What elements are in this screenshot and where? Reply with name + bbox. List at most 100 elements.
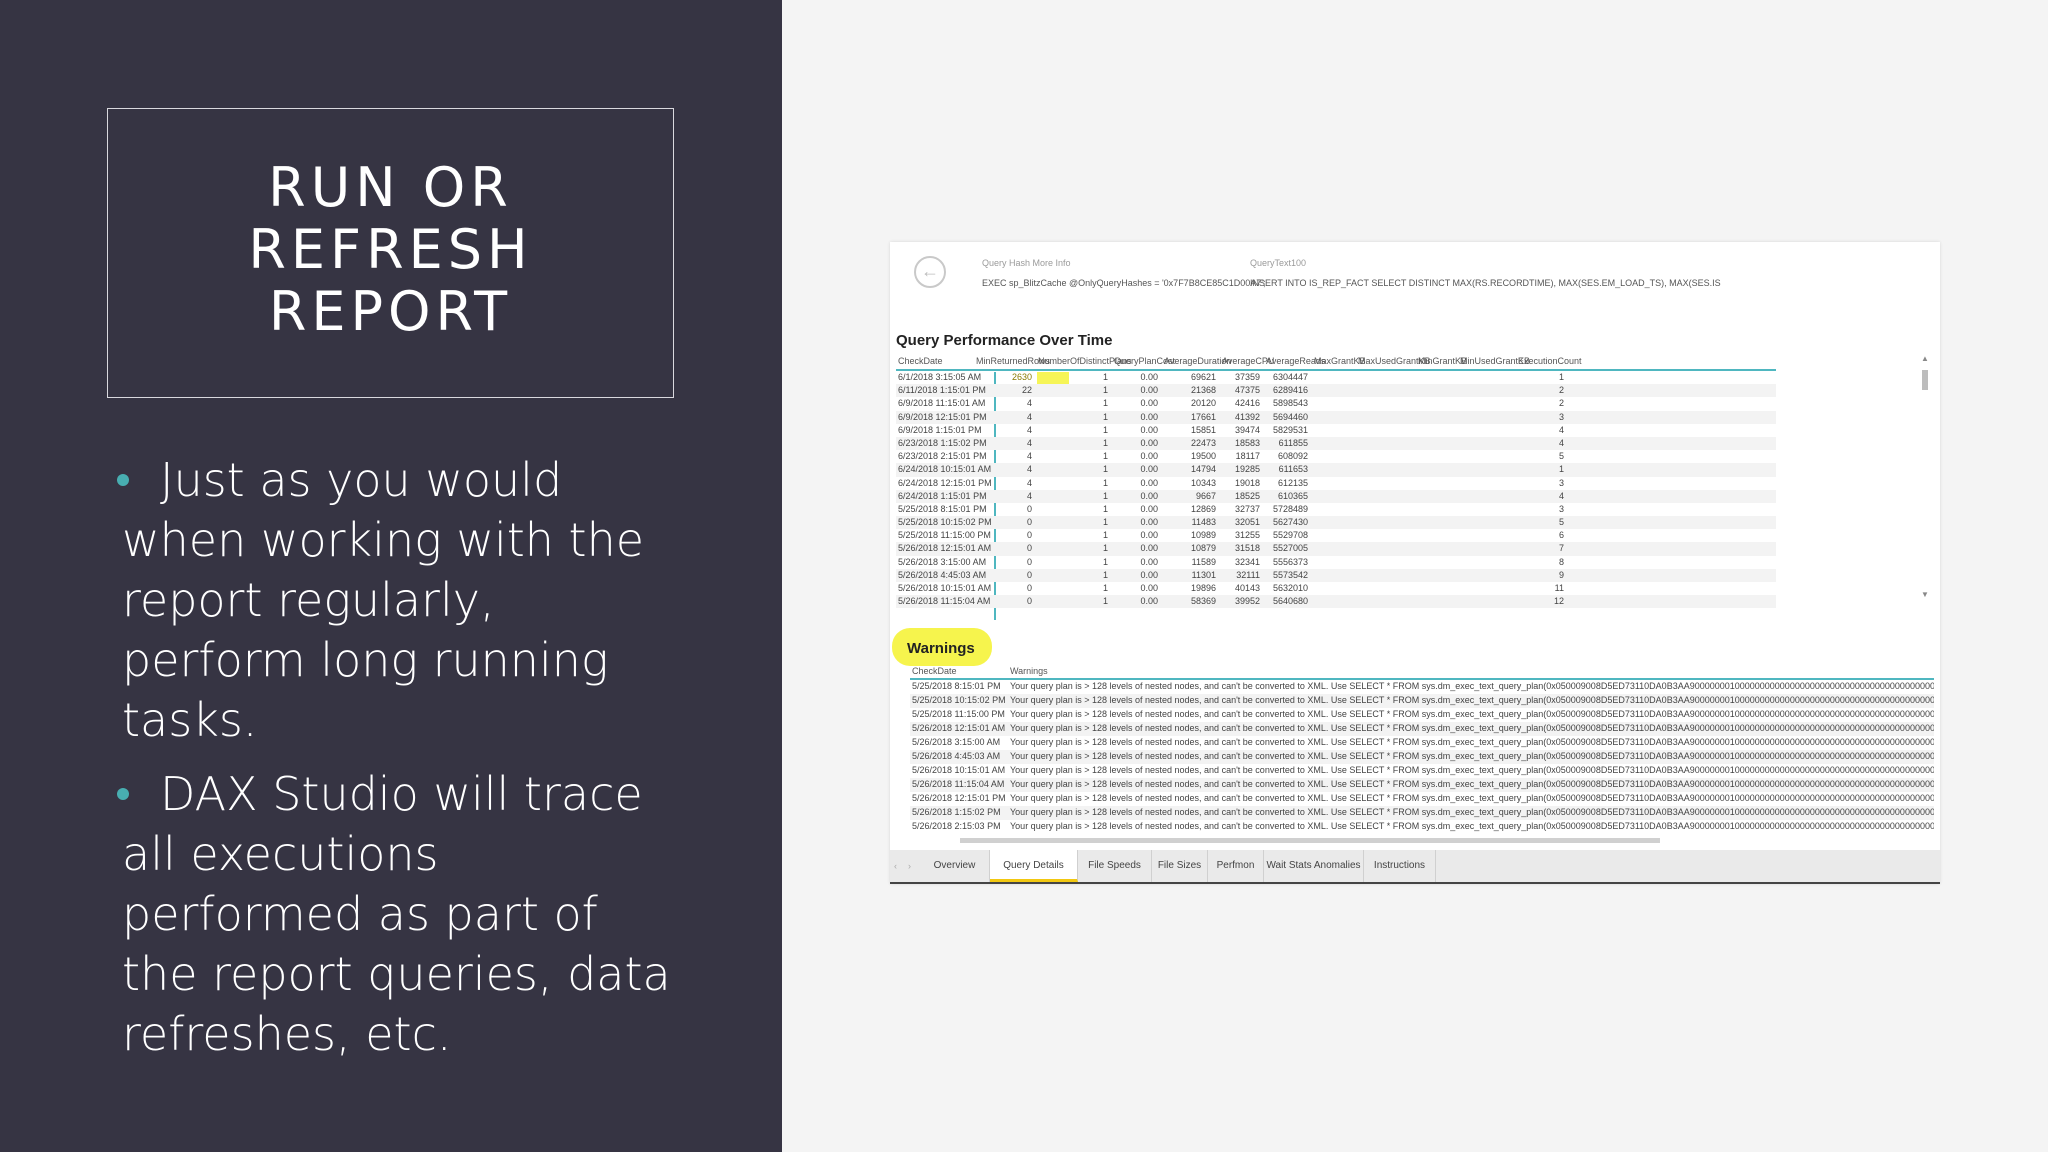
- table-cell: 6: [1558, 530, 1564, 541]
- table-row[interactable]: 5/26/2018 4:45:03 AM 0 1 0.00 11301 32111 5573…: [896, 568, 1776, 582]
- table-cell: 4: [1026, 437, 1032, 448]
- table-row[interactable]: 6/11/2018 1:15:01 PM 22 1 0.00 21368 47375 628…: [896, 384, 1776, 398]
- table-cell: 4: [1026, 424, 1032, 435]
- table-row[interactable]: 6/9/2018 11:15:01 AM 4 1 0.00 20120 42416 5898…: [896, 397, 1776, 410]
- table-cell: 0.00: [1140, 451, 1158, 462]
- bullet-item: Just as you would when working with the …: [117, 450, 682, 750]
- tab-overview[interactable]: Overview: [920, 850, 990, 882]
- table-row[interactable]: 5/25/2018 11:15:00 PM Your query plan is …: [910, 708, 1934, 722]
- tab-query-details[interactable]: Query Details: [990, 850, 1078, 882]
- table-cell: 611855: [1278, 437, 1308, 448]
- table-row[interactable]: 5/26/2018 4:45:03 AM Your query plan is >…: [910, 750, 1934, 764]
- table-row[interactable]: 5/26/2018 12:15:01 AM Your query plan is …: [910, 722, 1934, 736]
- bullet-text: DAX Studio will trace all executions per…: [122, 767, 671, 1061]
- table-cell: 8: [1558, 556, 1564, 567]
- table-cell: 5829531: [1272, 424, 1308, 435]
- slide-title-box: RUN OR REFRESH REPORT: [107, 108, 674, 398]
- table-row[interactable]: 5/26/2018 10:15:01 AM 0 1 0.00 19896 40143 563…: [896, 582, 1776, 595]
- back-arrow-icon[interactable]: ←: [914, 256, 946, 288]
- tab-file-sizes[interactable]: File Sizes: [1152, 850, 1208, 882]
- bullet-item: DAX Studio will trace all executions per…: [117, 764, 682, 1064]
- table-cell: 5: [1558, 451, 1564, 462]
- table-row[interactable]: 5/26/2018 11:15:04 AM 0 1 0.00 58369 39952 564…: [896, 595, 1776, 609]
- table-cell: 3: [1558, 411, 1564, 422]
- table-row[interactable]: 5/25/2018 10:15:02 PM Your query plan is …: [910, 694, 1934, 708]
- table-cell: 1: [1558, 464, 1564, 475]
- perf-table-body: 6/1/2018 3:15:05 AM 2630 1 0.00 69621 37359 63…: [896, 371, 1776, 609]
- table-row[interactable]: 5/26/2018 3:15:00 AM 0 1 0.00 11589 32341 5556…: [896, 556, 1776, 569]
- column-header[interactable]: CheckDate: [898, 356, 943, 366]
- table-cell: 611653: [1278, 464, 1308, 475]
- table-cell: 6304447: [1272, 372, 1308, 382]
- table-cell: 5/26/2018 10:15:01 AM: [912, 765, 1006, 775]
- table-cell: 0.00: [1140, 530, 1158, 541]
- table-row[interactable]: 6/24/2018 10:15:01 AM 4 1 0.00 14794 19285 611…: [896, 463, 1776, 477]
- table-row[interactable]: 5/25/2018 10:15:02 PM 0 1 0.00 11483 32051 562…: [896, 516, 1776, 530]
- table-cell: Your query plan is > 128 levels of neste…: [1010, 681, 1934, 691]
- table-cell: 4: [1558, 490, 1564, 501]
- warnings-table-header: CheckDate Warnings: [910, 664, 1934, 680]
- tab-perfmon[interactable]: Perfmon: [1208, 850, 1264, 882]
- table-cell: Your query plan is > 128 levels of neste…: [1010, 709, 1934, 719]
- table-cell: 3: [1558, 477, 1564, 488]
- table-row[interactable]: 6/9/2018 12:15:01 PM 4 1 0.00 17661 41392 5694…: [896, 410, 1776, 424]
- table-cell: 3: [1558, 503, 1564, 514]
- scroll-down-icon[interactable]: ▼: [1921, 590, 1929, 599]
- table-cell: 0.00: [1140, 490, 1158, 501]
- table-cell: 22: [1021, 385, 1032, 396]
- table-cell: 5/26/2018 1:15:02 PM: [912, 807, 1001, 817]
- table-row[interactable]: 5/25/2018 11:15:00 PM 0 1 0.00 10989 31255 552…: [896, 529, 1776, 542]
- table-cell: 5: [1558, 517, 1564, 528]
- column-header[interactable]: ExecutionCount: [1518, 356, 1582, 366]
- table-cell: 6289416: [1272, 385, 1308, 396]
- warnings-horizontal-scrollbar[interactable]: [910, 836, 1930, 844]
- table-cell: 0.00: [1140, 437, 1158, 448]
- scroll-up-icon[interactable]: ▲: [1921, 354, 1929, 363]
- table-row[interactable]: 6/9/2018 1:15:01 PM 4 1 0.00 15851 39474 58295…: [896, 424, 1776, 437]
- table-cell: Your query plan is > 128 levels of neste…: [1010, 751, 1934, 761]
- table-row[interactable]: 5/26/2018 3:15:00 AM Your query plan is >…: [910, 736, 1934, 750]
- tab-next-icon[interactable]: ›: [908, 861, 911, 871]
- column-header[interactable]: Warnings: [1010, 666, 1048, 676]
- scroll-thumb[interactable]: [960, 838, 1660, 843]
- table-row[interactable]: 6/24/2018 12:15:01 PM 4 1 0.00 10343 19018 612…: [896, 477, 1776, 490]
- table-cell: 4: [1026, 477, 1032, 488]
- table-row[interactable]: 5/26/2018 10:15:01 AM Your query plan is …: [910, 764, 1934, 778]
- table-row[interactable]: 5/25/2018 8:15:01 PM Your query plan is >…: [910, 680, 1934, 694]
- scroll-thumb[interactable]: [1922, 370, 1928, 390]
- table-row[interactable]: 5/26/2018 12:15:01 PM Your query plan is …: [910, 792, 1934, 806]
- tab-wait-stats-anomalies[interactable]: Wait Stats Anomalies: [1264, 850, 1364, 882]
- perf-table: CheckDate MinReturnedRows NumberOfDistinct…: [896, 354, 1776, 609]
- table-cell: Your query plan is > 128 levels of neste…: [1010, 821, 1934, 831]
- table-row[interactable]: 6/1/2018 3:15:05 AM 2630 1 0.00 69621 37359 63…: [896, 371, 1776, 384]
- table-row[interactable]: 6/23/2018 2:15:01 PM 4 1 0.00 19500 18117 6080…: [896, 450, 1776, 463]
- table-row[interactable]: 5/25/2018 8:15:01 PM 0 1 0.00 12869 32737 5728…: [896, 503, 1776, 516]
- column-header[interactable]: CheckDate: [912, 666, 957, 676]
- table-cell: 5/25/2018 8:15:01 PM: [912, 681, 1001, 691]
- bullet-dot-icon: [117, 474, 129, 486]
- tab-file-speeds[interactable]: File Speeds: [1078, 850, 1152, 882]
- table-cell: 7: [1558, 543, 1564, 554]
- table-row[interactable]: 5/26/2018 11:15:04 AM Your query plan is …: [910, 778, 1934, 792]
- bullet-dot-icon: [117, 788, 129, 800]
- table-cell: 5/26/2018 12:15:01 AM: [912, 723, 1006, 733]
- table-cell: 0.00: [1140, 477, 1158, 488]
- info-value-querytext: INSERT INTO IS_REP_FACT SELECT DISTINCT …: [1250, 278, 1721, 288]
- tab-instructions[interactable]: Instructions: [1364, 850, 1436, 882]
- table-row[interactable]: 5/26/2018 2:15:03 PM Your query plan is >…: [910, 820, 1934, 834]
- table-cell: 0: [1026, 530, 1032, 541]
- table-row[interactable]: 6/24/2018 1:15:01 PM 4 1 0.00 9667 18525 61036…: [896, 489, 1776, 503]
- table-cell: 12: [1553, 596, 1564, 607]
- table-cell: 0: [1026, 556, 1032, 567]
- table-cell: 0.00: [1140, 583, 1158, 593]
- perf-table-title: Query Performance Over Time: [896, 332, 1113, 349]
- slide-bullet-list: Just as you would when working with the …: [117, 450, 682, 1066]
- table-cell: Your query plan is > 128 levels of neste…: [1010, 807, 1934, 817]
- table-row[interactable]: 5/26/2018 1:15:02 PM Your query plan is >…: [910, 806, 1934, 820]
- table-cell: 0.00: [1140, 503, 1158, 514]
- table-row[interactable]: 6/23/2018 1:15:02 PM 4 1 0.00 22473 18583 6118…: [896, 436, 1776, 451]
- perf-vertical-scrollbar[interactable]: ▲ ▼: [1920, 354, 1930, 612]
- table-row[interactable]: 5/26/2018 12:15:01 AM 0 1 0.00 10879 31518 552…: [896, 542, 1776, 556]
- tab-prev-icon[interactable]: ‹: [894, 861, 897, 871]
- table-cell: 2: [1558, 385, 1564, 396]
